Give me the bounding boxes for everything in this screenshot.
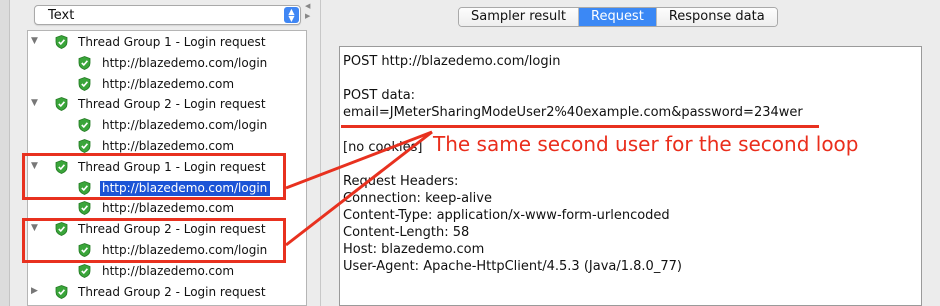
header-user-agent: User-Agent: Apache-HttpClient/4.5.3 (Jav… xyxy=(343,259,682,274)
post-data-underline xyxy=(341,125,819,128)
tab-response-data[interactable]: Response data xyxy=(656,8,777,26)
expand-down-icon[interactable]: ▼ xyxy=(31,98,38,108)
tab-bar: Sampler result Request Response data xyxy=(458,7,778,27)
tree-row-label: Thread Group 1 - Login request xyxy=(78,35,266,49)
tree-row-label: http://blazedemo.com xyxy=(102,201,235,216)
highlight-box-loop2 xyxy=(22,218,286,263)
collapse-left-icon[interactable]: ◀ xyxy=(305,2,310,10)
request-text-area[interactable]: POST http://blazedemo.com/login POST dat… xyxy=(339,46,922,306)
request-line: POST http://blazedemo.com/login xyxy=(343,54,561,69)
success-shield-icon xyxy=(78,201,91,216)
expand-down-icon[interactable]: ▼ xyxy=(31,36,38,46)
tree-sample-row[interactable]: http://blazedemo.com xyxy=(28,198,306,219)
tree-row-label: http://blazedemo.com xyxy=(102,139,235,153)
collapse-right-icon[interactable]: ▶ xyxy=(305,12,310,20)
tree-row-label: http://blazedemo.com/login xyxy=(102,55,268,70)
tree-row-label: Thread Group 2 - Login request xyxy=(78,284,266,299)
tree-sample-row[interactable]: http://blazedemo.com/login xyxy=(28,53,306,74)
success-shield-icon xyxy=(78,76,91,91)
headers-label: Request Headers: xyxy=(343,174,459,189)
highlight-box-loop1 xyxy=(22,153,286,200)
tree-row-label: http://blazedemo.com xyxy=(102,263,235,278)
left-gutter xyxy=(0,0,10,306)
annotation-text: The same second user for the second loop xyxy=(433,132,859,156)
post-data-label: POST data: xyxy=(343,88,416,103)
cookies-line: [no cookies] xyxy=(343,140,423,155)
header-connection: Connection: keep-alive xyxy=(343,191,492,206)
tree-sample-row[interactable]: http://blazedemo.com/login xyxy=(28,115,306,136)
splitter[interactable]: ◀ ▶ xyxy=(303,0,315,306)
success-shield-icon xyxy=(78,55,91,70)
header-content-type: Content-Type: application/x-www-form-url… xyxy=(343,208,670,223)
header-host: Host: blazedemo.com xyxy=(343,242,485,257)
tab-request[interactable]: Request xyxy=(579,8,657,26)
header-content-length: Content-Length: 58 xyxy=(343,225,470,240)
tab-sampler-result[interactable]: Sampler result xyxy=(459,8,579,26)
success-shield-icon xyxy=(55,35,68,49)
success-shield-icon xyxy=(78,263,91,278)
success-shield-icon xyxy=(78,118,91,133)
tree-sample-row[interactable]: http://blazedemo.com xyxy=(28,261,306,282)
tree-sample-row[interactable]: http://blazedemo.com xyxy=(28,74,306,95)
tree-group-row[interactable]: ▼ Thread Group 1 - Login request xyxy=(28,32,306,53)
tree-row-label: Thread Group 2 - Login request xyxy=(78,97,266,112)
post-data-value: email=JMeterSharingModeUser2%40example.c… xyxy=(343,105,803,120)
results-type-value: Text xyxy=(48,8,75,23)
tree-group-row[interactable]: ▶ Thread Group 2 - Login request xyxy=(28,282,306,303)
select-arrows-icon[interactable]: ▲ ▼ xyxy=(284,7,299,23)
success-shield-icon xyxy=(55,284,68,299)
tree-row-label: http://blazedemo.com/login xyxy=(102,118,268,133)
results-type-select[interactable]: Text ▲ ▼ xyxy=(34,5,301,25)
tree-group-row[interactable]: ▼ Thread Group 2 - Login request xyxy=(28,94,306,115)
success-shield-icon xyxy=(78,139,91,153)
expand-right-icon[interactable]: ▶ xyxy=(31,286,38,296)
tree-row-label: http://blazedemo.com xyxy=(102,76,235,91)
success-shield-icon xyxy=(55,97,68,112)
